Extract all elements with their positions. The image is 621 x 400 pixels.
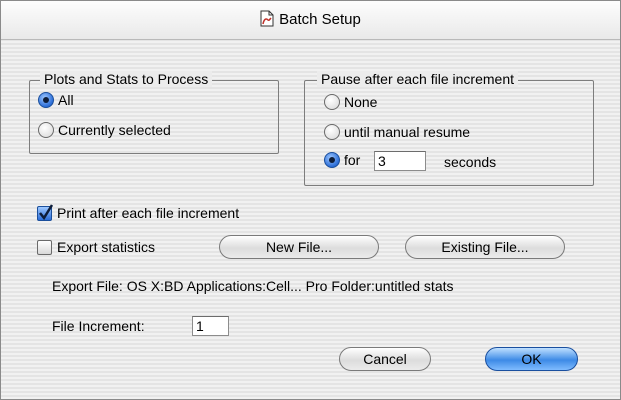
pause-group-title: Pause after each file increment	[317, 71, 518, 87]
print-after-checkbox[interactable]: Print after each file increment	[37, 203, 240, 221]
seconds-input[interactable]	[374, 151, 426, 171]
new-file-button[interactable]: New File...	[219, 235, 379, 259]
batch-setup-dialog: Batch Setup Plots and Stats to Process A…	[0, 0, 621, 400]
print-after-label: Print after each file increment	[57, 205, 240, 221]
radio-manual-resume[interactable]: until manual resume	[324, 124, 470, 140]
radio-for[interactable]: for	[324, 152, 360, 168]
radio-for-indicator[interactable]	[324, 152, 340, 168]
radio-for-label: for	[344, 152, 361, 168]
cancel-button[interactable]: Cancel	[339, 347, 431, 371]
export-statistics-checkbox-box[interactable]	[37, 239, 52, 255]
radio-currently-selected-indicator[interactable]	[38, 122, 54, 138]
radio-all-indicator[interactable]	[38, 92, 54, 108]
ok-button[interactable]: OK	[485, 347, 578, 371]
file-increment-label: File Increment:	[52, 318, 145, 334]
radio-manual-resume-label: until manual resume	[344, 124, 471, 140]
title-bar[interactable]: Batch Setup	[1, 1, 620, 40]
window-title: Batch Setup	[279, 11, 361, 28]
radio-none-indicator[interactable]	[324, 94, 340, 110]
print-after-checkbox-box[interactable]	[37, 203, 54, 221]
existing-file-button[interactable]: Existing File...	[405, 235, 565, 259]
document-icon	[260, 10, 274, 31]
radio-currently-selected-label: Currently selected	[58, 122, 171, 138]
export-file-path: Export File: OS X:BD Applications:Cell..…	[52, 278, 454, 294]
radio-manual-resume-indicator[interactable]	[324, 124, 340, 140]
export-statistics-label: Export statistics	[57, 239, 156, 255]
seconds-label: seconds	[444, 154, 497, 170]
radio-none[interactable]: None	[324, 94, 377, 110]
radio-all-label: All	[58, 92, 74, 108]
checkmark-icon	[39, 203, 54, 220]
radio-currently-selected[interactable]: Currently selected	[38, 122, 171, 138]
radio-all[interactable]: All	[38, 92, 74, 108]
plots-stats-group-title: Plots and Stats to Process	[40, 71, 213, 87]
export-statistics-checkbox[interactable]: Export statistics	[37, 239, 155, 255]
radio-none-label: None	[344, 94, 378, 110]
file-increment-input[interactable]	[192, 316, 229, 336]
